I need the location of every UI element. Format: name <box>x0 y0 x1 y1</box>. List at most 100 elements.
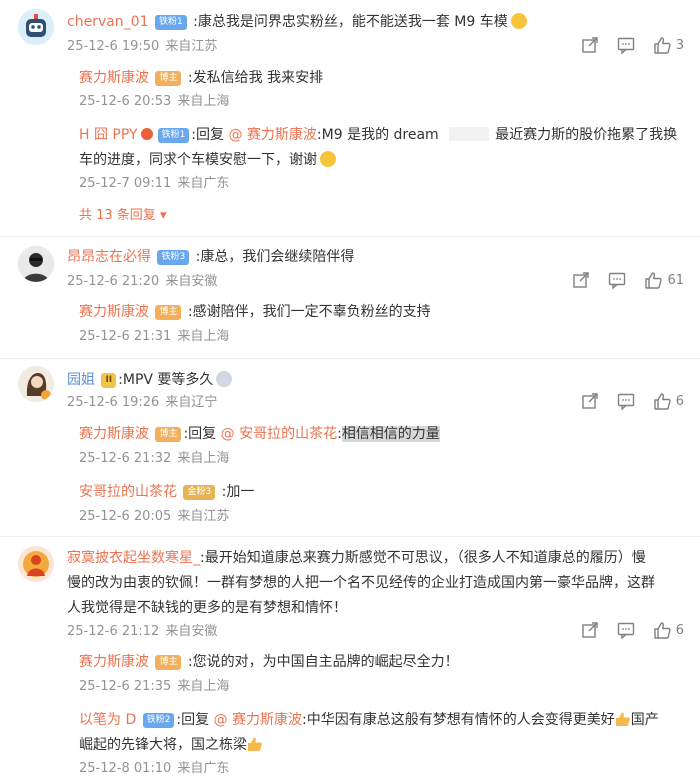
user-photo-icon <box>18 246 54 282</box>
reply-body: 赛力斯康波 博主 :感谢陪伴，我们一定不辜负粉丝的支持 <box>79 300 686 324</box>
reply-text: :发私信给我 我来安排 <box>187 70 324 86</box>
reply-body: 赛力斯康波 博主 :发私信给我 我来安排 <box>79 66 686 90</box>
divider <box>0 358 700 359</box>
caret-down-icon: ▾ <box>155 208 167 223</box>
avatar[interactable] <box>18 546 54 582</box>
reply-body: H 囧 PPY 铁粉1:回复 @ 赛力斯康波:M9 是我的 dream 最近赛力斯… <box>79 123 686 147</box>
comment-body: 寂寞披衣起坐数寒星_:最开始知道康总来赛力斯感觉不可思议，（很多人不知道康总的履… <box>67 546 686 570</box>
share-icon <box>573 272 590 288</box>
timestamp: 25-12-7 09:11 <box>79 176 172 191</box>
like-button[interactable]: 3 <box>653 36 684 54</box>
share-button[interactable] <box>581 392 599 410</box>
reply-body: 以笔为 D 铁粉2:回复 @ 赛力斯康波:中华因有康总这般有梦想有情怀的人会变得… <box>79 708 686 732</box>
like-count: 6 <box>675 393 684 409</box>
timestamp: 25-12-6 21:31 <box>79 329 172 344</box>
highlighted-text: 相信相信的力量 <box>341 426 440 442</box>
comment-body: chervan_01 铁粉1 :康总我是问界忠实粉丝，能不能送我一套 M9 车模 <box>67 10 686 34</box>
comment-text-3: 人我觉得是不缺钱的更多的是有梦想和情怀！ <box>67 600 347 616</box>
comment-actions: 6 <box>563 392 684 410</box>
like-count: 61 <box>667 272 684 288</box>
username[interactable]: chervan_01 <box>67 14 149 30</box>
username[interactable]: 安哥拉的山茶花 <box>79 484 177 500</box>
reply-prefix: :回复 <box>183 426 217 442</box>
like-icon <box>654 622 671 639</box>
username[interactable]: 赛力斯康波 <box>79 426 149 442</box>
avatar[interactable] <box>18 9 54 45</box>
location: 来自安徽 <box>165 274 218 289</box>
timestamp: 25-12-6 21:32 <box>79 451 172 466</box>
fan-badge[interactable]: 铁粉2 <box>142 713 175 728</box>
reply-button[interactable] <box>617 392 635 410</box>
timestamp: 25-12-6 21:20 <box>67 274 160 289</box>
comment-meta: 25-12-6 21:20 来自安徽 <box>67 272 217 292</box>
location: 来自江苏 <box>177 509 230 524</box>
location: 来自辽宁 <box>165 395 218 410</box>
reply-meta: 25-12-6 20:05 来自江苏 <box>79 507 229 527</box>
location: 来自广东 <box>177 761 230 776</box>
reply-text-2: 国产 <box>630 712 659 728</box>
reply-button[interactable] <box>617 621 635 639</box>
avatar[interactable] <box>18 246 54 282</box>
mention-link[interactable]: @ 安哥拉的山茶花 <box>221 426 337 442</box>
share-icon <box>582 622 598 638</box>
like-icon <box>654 37 671 54</box>
like-count: 3 <box>675 37 684 53</box>
location: 来自上海 <box>177 94 230 109</box>
username[interactable]: 园姐 <box>67 372 95 388</box>
share-button[interactable] <box>581 36 599 54</box>
location: 来自江苏 <box>165 39 218 54</box>
like-button[interactable]: 6 <box>653 621 684 639</box>
fan-badge[interactable]: 铁粉1 <box>157 128 190 143</box>
username[interactable]: 以笔为 D <box>79 712 136 728</box>
username[interactable]: 赛力斯康波 <box>79 70 149 86</box>
robot-avatar-icon <box>18 9 54 45</box>
timestamp: 25-12-6 19:26 <box>67 395 160 410</box>
mention-link[interactable]: @ 赛力斯康波 <box>228 127 316 143</box>
share-icon <box>582 393 598 409</box>
reply-button[interactable] <box>617 36 635 54</box>
fan-badge[interactable]: 铁粉3 <box>157 250 190 265</box>
reply-prefix: :回复 <box>191 127 225 143</box>
reply-body: 安哥拉的山茶花 金粉3 :加一 <box>79 480 686 504</box>
reply-meta: 25-12-6 21:35 来自上海 <box>79 677 229 697</box>
reply-body: 赛力斯康波 博主 :您说的对，为中国自主品牌的崛起尽全力！ <box>79 650 686 674</box>
location: 来自上海 <box>177 679 230 694</box>
thumbs-up-icon <box>248 737 262 751</box>
comment-text: :康总，我们会继续陪伴得 <box>195 249 355 265</box>
share-icon <box>582 37 598 53</box>
comment-body: 园姐 II:MPV 要等多久 <box>67 368 686 392</box>
blurred-region <box>449 127 490 141</box>
fan-badge[interactable]: 金粉3 <box>183 485 216 500</box>
reply-meta: 25-12-8 01:10 来自广东 <box>79 759 229 779</box>
like-button[interactable]: 61 <box>644 271 684 289</box>
reply-meta: 25-12-6 21:31 来自上海 <box>79 327 229 347</box>
level-badge[interactable]: II <box>101 373 117 388</box>
share-button[interactable] <box>581 621 599 639</box>
emoji-icon <box>320 151 336 167</box>
comment-body-cont: 人我觉得是不缺钱的更多的是有梦想和情怀！ <box>67 596 686 620</box>
emoji-icon <box>510 13 527 29</box>
comment-meta: 25-12-6 21:12 来自安徽 <box>67 622 217 642</box>
username[interactable]: 赛力斯康波 <box>79 654 149 670</box>
username[interactable]: H 囧 PPY <box>79 127 138 143</box>
location: 来自安徽 <box>165 624 218 639</box>
mention-link[interactable]: @ 赛力斯康波 <box>214 712 302 728</box>
location: 来自上海 <box>177 329 230 344</box>
buddha-avatar-icon <box>18 546 54 582</box>
author-badge: 博主 <box>155 655 182 670</box>
like-button[interactable]: 6 <box>653 392 684 410</box>
username[interactable]: 昂昂志在必得 <box>67 249 151 265</box>
comment-text: :最开始知道康总来赛力斯感觉不可思议，（很多人不知道康总的履历）慢 <box>200 550 646 566</box>
location: 来自广东 <box>177 176 230 191</box>
timestamp: 25-12-6 21:35 <box>79 679 172 694</box>
comment-text: :MPV 要等多久 <box>118 372 214 388</box>
username[interactable]: 寂寞披衣起坐数寒星_ <box>67 550 200 566</box>
comment-icon <box>617 37 634 54</box>
username[interactable]: 赛力斯康波 <box>79 304 149 320</box>
reply-button[interactable] <box>608 271 626 289</box>
more-replies-link[interactable]: 共 13 条回复 ▾ <box>79 206 166 226</box>
fan-badge[interactable]: 铁粉1 <box>154 15 187 30</box>
avatar[interactable] <box>18 366 54 402</box>
reply-text: :您说的对，为中国自主品牌的崛起尽全力！ <box>187 654 459 670</box>
share-button[interactable] <box>572 271 590 289</box>
